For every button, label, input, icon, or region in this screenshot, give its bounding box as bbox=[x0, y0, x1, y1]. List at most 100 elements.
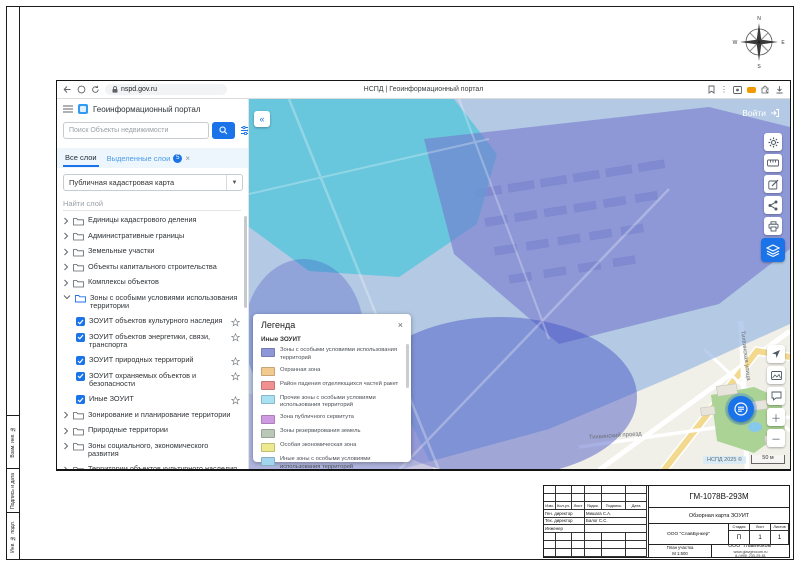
address-bar[interactable]: nspd.gov.ru bbox=[105, 84, 227, 95]
checkbox-checked[interactable] bbox=[76, 372, 85, 381]
legend-item: Особая экономическая зона bbox=[261, 442, 403, 452]
tree-item-folder[interactable]: Природные территории bbox=[63, 426, 240, 436]
legend-swatch bbox=[261, 443, 275, 452]
star-icon[interactable] bbox=[231, 396, 240, 405]
login-button[interactable]: Войти bbox=[742, 108, 780, 118]
edit-square-icon bbox=[768, 179, 779, 190]
legend-swatch bbox=[261, 367, 275, 376]
filters-button[interactable] bbox=[238, 122, 249, 139]
tab-all-layers[interactable]: Все слои bbox=[63, 150, 99, 167]
tree-item-folder[interactable]: Земельные участки bbox=[63, 247, 240, 257]
checkbox-checked[interactable] bbox=[76, 356, 85, 365]
map-viewport[interactable]: Тихвинская улица Тихвинский проезд « Вой… bbox=[249, 99, 790, 469]
checkbox-checked[interactable] bbox=[76, 317, 85, 326]
star-icon[interactable] bbox=[231, 372, 240, 381]
tree-item-folder[interactable]: Зоны социального, экономического развити… bbox=[63, 442, 240, 460]
search-button[interactable] bbox=[212, 122, 235, 139]
tree-item-folder[interactable]: Зонирование и планирование территории bbox=[63, 411, 240, 421]
check-icon bbox=[77, 373, 84, 379]
check-icon bbox=[77, 319, 84, 325]
url-text: nspd.gov.ru bbox=[121, 86, 157, 93]
settings-button[interactable] bbox=[764, 133, 782, 151]
tree-item-folder[interactable]: Территории объектов культурного наследия… bbox=[63, 465, 240, 469]
tree-item-folder[interactable]: Единицы кадастрового деления bbox=[63, 216, 240, 226]
layer-tree: Единицы кадастрового деления Администрат… bbox=[63, 216, 240, 469]
tree-item-folder[interactable]: Административные границы bbox=[63, 232, 240, 242]
layer-row[interactable]: ЗОУИТ объектов энергетики, связи, трансп… bbox=[63, 333, 240, 351]
layer-row[interactable]: ЗОУИТ природных территорий bbox=[63, 356, 240, 366]
sidebar-scrollbar[interactable] bbox=[244, 216, 247, 308]
puzzle-extension-icon[interactable] bbox=[761, 85, 770, 94]
layer-row[interactable]: Иные ЗОУИТ bbox=[63, 395, 240, 405]
search-input[interactable]: Поиск Объекты недвижимости bbox=[63, 122, 209, 139]
tree-item-label: Административные границы bbox=[88, 232, 240, 241]
geolocation-button[interactable] bbox=[767, 345, 785, 363]
checkbox-checked[interactable] bbox=[76, 395, 85, 404]
layer-row[interactable]: ЗОУИТ охраняемых объектов и безопасности bbox=[63, 372, 240, 390]
folder-icon bbox=[73, 217, 84, 226]
tree-item-label: Объекты капитального строительства bbox=[88, 263, 240, 272]
tb-role: Инженер bbox=[544, 525, 585, 533]
close-icon[interactable]: × bbox=[398, 321, 403, 330]
tab-selected-layers[interactable]: Выделенные слои 5 × bbox=[107, 154, 190, 163]
zoom-in-button[interactable]: ＋ bbox=[767, 408, 785, 426]
draw-button[interactable] bbox=[764, 175, 782, 193]
tree-item-folder-expanded[interactable]: Зоны с особыми условиями использования т… bbox=[63, 294, 240, 312]
star-icon[interactable] bbox=[231, 318, 240, 327]
chat-bubble-icon bbox=[771, 391, 782, 401]
legend-item-label: Район падения отделяющихся частей ракет bbox=[280, 381, 398, 389]
tree-item-folder[interactable]: Комплексы объектов bbox=[63, 278, 240, 288]
tab-selected-label: Выделенные слои bbox=[107, 154, 171, 163]
checkbox-checked[interactable] bbox=[76, 333, 85, 342]
browser-window: nspd.gov.ru НСПД | Геоинформационный пор… bbox=[56, 80, 791, 471]
star-icon[interactable] bbox=[231, 357, 240, 366]
login-icon bbox=[770, 108, 780, 118]
layer-row[interactable]: ЗОУИТ объектов культурного наследия bbox=[63, 317, 240, 327]
chevron-right-icon bbox=[63, 427, 69, 435]
back-icon[interactable] bbox=[63, 85, 72, 94]
search-row: Поиск Объекты недвижимости bbox=[63, 122, 249, 139]
info-icon[interactable] bbox=[77, 85, 86, 94]
map-scalebar: 50 м bbox=[751, 455, 785, 464]
clear-selection-icon[interactable]: × bbox=[185, 154, 190, 163]
portal-content: Геоинформационный портал Поиск Объекты н… bbox=[57, 99, 790, 469]
print-button[interactable] bbox=[764, 217, 782, 235]
star-icon[interactable] bbox=[231, 333, 240, 342]
feedback-button[interactable] bbox=[767, 387, 785, 405]
chrome-actions: ⋮ bbox=[708, 85, 784, 94]
measure-button[interactable] bbox=[764, 154, 782, 172]
tree-item-label: Земельные участки bbox=[88, 247, 240, 256]
legend-item-label: Охранная зона bbox=[280, 367, 320, 375]
minimap-button[interactable] bbox=[767, 366, 785, 384]
extension-icon[interactable] bbox=[747, 87, 756, 93]
screenshot-extension-icon[interactable] bbox=[733, 86, 742, 94]
title-block-main: ГМ-1078В-293М Обзорная карта ЗОУИТ ООО "… bbox=[648, 486, 789, 557]
zoom-out-button[interactable]: － bbox=[767, 429, 785, 447]
legend-item-label: Прочие зоны с особыми условиями использо… bbox=[280, 395, 403, 410]
basemap-layers-button[interactable] bbox=[761, 238, 785, 262]
sidebar-collapse-button[interactable]: « bbox=[254, 111, 270, 127]
base-layer-select[interactable]: Публичная кадастровая карта ▼ bbox=[63, 174, 243, 191]
reload-icon[interactable] bbox=[91, 85, 100, 94]
compass-n: N bbox=[757, 16, 761, 22]
document-title: Обзорная карта ЗОУИТ bbox=[649, 508, 789, 524]
legend-title: Легенда bbox=[261, 320, 295, 330]
support-chat-button[interactable] bbox=[728, 396, 754, 422]
more-menu-icon[interactable]: ⋮ bbox=[720, 86, 728, 94]
frame-cell: Подпись и дата bbox=[6, 468, 19, 512]
tree-item-folder[interactable]: Объекты капитального строительства bbox=[63, 263, 240, 273]
chevron-right-icon bbox=[63, 442, 69, 450]
find-layer-input[interactable]: Найти слой bbox=[63, 197, 241, 211]
tree-item-label: Природные территории bbox=[88, 426, 240, 435]
hamburger-menu-icon[interactable] bbox=[63, 105, 73, 113]
share-button[interactable] bbox=[764, 196, 782, 214]
base-layer-value: Публичная кадастровая карта bbox=[69, 178, 174, 187]
legend-scrollbar[interactable] bbox=[406, 344, 409, 388]
bookmark-icon[interactable] bbox=[708, 85, 715, 94]
tb-name bbox=[585, 525, 647, 533]
tb-col-header: Кол.уч. bbox=[556, 502, 572, 510]
download-icon[interactable] bbox=[775, 85, 784, 94]
stage-value: П bbox=[729, 531, 750, 545]
tree-item-label: Единицы кадастрового деления bbox=[88, 216, 240, 225]
legend-item-label: Иные зоны с особыми условиями использова… bbox=[280, 456, 403, 469]
